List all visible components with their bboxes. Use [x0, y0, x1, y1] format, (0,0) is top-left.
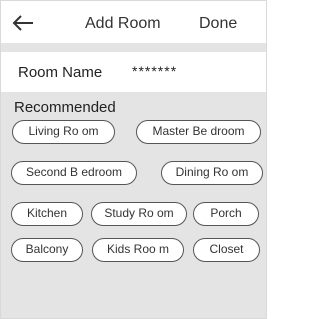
room-chip-closet[interactable]: Closet	[193, 238, 260, 262]
arrow-left-icon	[12, 15, 33, 31]
room-chip-master-bedroom[interactable]: Master Be droom	[136, 120, 261, 144]
room-name-input[interactable]: *******	[132, 63, 177, 79]
room-chip-dining-room[interactable]: Dining Ro om	[161, 161, 263, 185]
divider	[1, 43, 266, 52]
done-button[interactable]: Done	[199, 15, 237, 33]
header-bar: Add Room Done	[1, 1, 266, 43]
recommended-title: Recommended	[14, 99, 116, 116]
room-chip-living-room[interactable]: Living Ro om	[12, 120, 115, 144]
page-title: Add Room	[85, 15, 161, 32]
room-name-label: Room Name	[18, 64, 103, 81]
back-button[interactable]	[11, 13, 37, 33]
room-chip-balcony[interactable]: Balcony	[11, 238, 83, 262]
room-chip-study-room[interactable]: Study Ro om	[91, 202, 187, 226]
room-name-row[interactable]: Room Name *******	[1, 52, 266, 90]
add-room-screen: Add Room Done Room Name ******* Recommen…	[0, 0, 267, 319]
room-chip-second-bedroom[interactable]: Second B edroom	[11, 161, 137, 185]
room-chip-kitchen[interactable]: Kitchen	[11, 202, 83, 226]
room-chip-porch[interactable]: Porch	[193, 202, 259, 226]
recommended-section: Recommended Living Ro om Master Be droom…	[1, 92, 266, 318]
room-chip-kids-room[interactable]: Kids Roo m	[92, 238, 184, 262]
